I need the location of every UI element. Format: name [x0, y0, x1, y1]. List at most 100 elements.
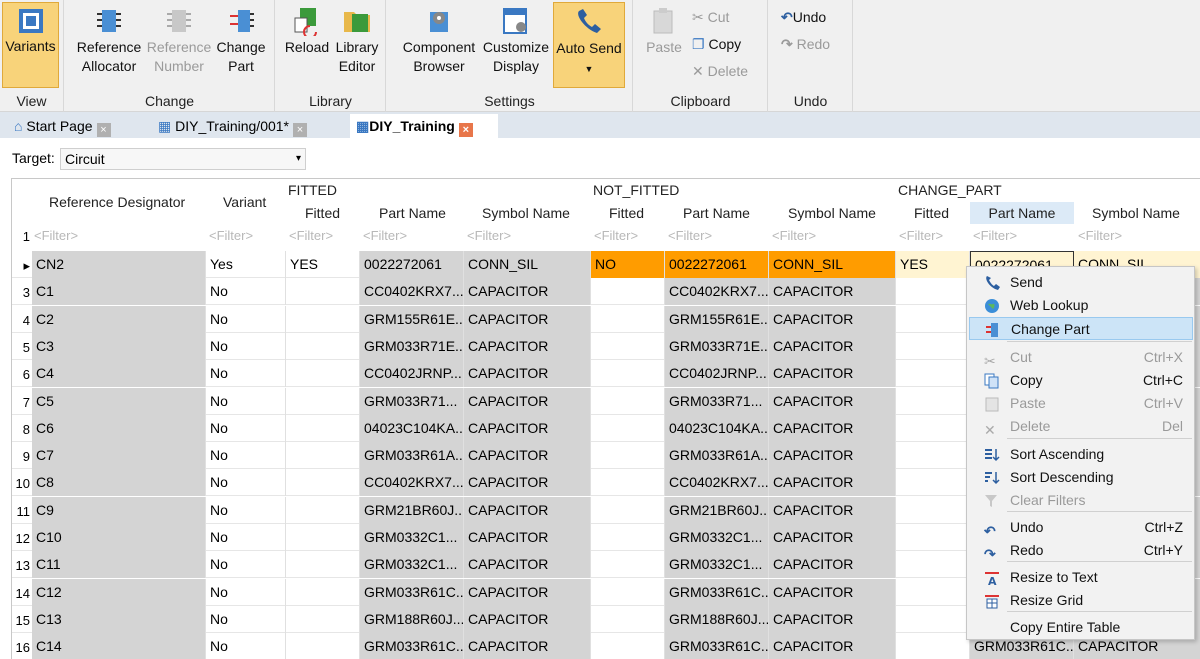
cell-f2[interactable] — [591, 278, 665, 306]
header-part-name[interactable]: Part Name — [379, 205, 446, 221]
cell-var[interactable]: No — [206, 578, 286, 606]
cell-f1[interactable] — [286, 496, 360, 524]
cell-s1[interactable]: CAPACITOR — [464, 496, 591, 524]
filter-cell[interactable]: <Filter> — [1078, 228, 1122, 243]
cell-p1[interactable]: CC0402JRNP... — [360, 360, 464, 388]
redo-button[interactable]: ↷ Redo — [781, 33, 830, 55]
cell-ref[interactable]: CN2 — [32, 251, 206, 278]
filter-cell[interactable]: <Filter> — [973, 228, 1017, 243]
tab-diy-training-001[interactable]: ▦ DIY_Training/001* × — [152, 114, 308, 138]
cell-f3[interactable] — [896, 469, 970, 497]
cell-p2[interactable]: GRM033R61A... — [665, 442, 769, 470]
cell-var[interactable]: No — [206, 332, 286, 360]
header-symbol-name[interactable]: Symbol Name — [482, 205, 570, 221]
cell-p1[interactable]: GRM155R61E... — [360, 305, 464, 333]
cell-s1[interactable]: CAPACITOR — [464, 469, 591, 497]
cell-ref[interactable]: C4 — [32, 360, 206, 388]
cell-var[interactable]: No — [206, 469, 286, 497]
cell-f2[interactable] — [591, 360, 665, 388]
cut-button[interactable]: ✂ Cut — [692, 6, 729, 28]
cell-p1[interactable]: CC0402KRX7... — [360, 469, 464, 497]
menu-item-change-part[interactable]: Change Part — [969, 317, 1193, 340]
cell-ref[interactable]: C7 — [32, 442, 206, 470]
menu-item-sort-descending[interactable]: Sort Descending — [969, 466, 1193, 489]
header-fitted[interactable]: Fitted — [305, 205, 340, 221]
cell-s2[interactable]: CAPACITOR — [769, 360, 896, 388]
cell-f1[interactable] — [286, 578, 360, 606]
cell-f3[interactable] — [896, 278, 970, 306]
cell-p2[interactable]: GRM033R61C... — [665, 633, 769, 659]
cell-p1[interactable]: 0022272061 — [360, 251, 464, 278]
cell-f2[interactable] — [591, 387, 665, 415]
cell-ref[interactable]: C1 — [32, 278, 206, 306]
cell-f2[interactable] — [591, 551, 665, 579]
tab-start-page[interactable]: ⌂ Start Page × — [8, 114, 111, 138]
cell-var[interactable]: No — [206, 414, 286, 442]
variants-button[interactable]: Variants — [2, 2, 59, 88]
filter-cell[interactable]: <Filter> — [34, 228, 78, 243]
menu-item-delete[interactable]: ✕ Delete Del — [969, 415, 1193, 438]
menu-item-clear-filters[interactable]: Clear Filters — [969, 489, 1193, 512]
cell-f3[interactable] — [896, 551, 970, 579]
delete-button[interactable]: ✕ Delete — [692, 60, 748, 82]
filter-cell[interactable]: <Filter> — [899, 228, 943, 243]
component-browser-button[interactable]: Component Browser — [397, 2, 481, 88]
cell-f2[interactable] — [591, 469, 665, 497]
cell-s2[interactable]: CAPACITOR — [769, 442, 896, 470]
cell-var[interactable]: No — [206, 442, 286, 470]
cell-ref[interactable]: C9 — [32, 496, 206, 524]
header-reference-designator[interactable]: Reference Designator — [49, 194, 185, 210]
cell-s2[interactable]: CAPACITOR — [769, 387, 896, 415]
cell-p2[interactable]: CC0402KRX7... — [665, 469, 769, 497]
menu-item-cut[interactable]: ✂ Cut Ctrl+X — [969, 346, 1193, 369]
cell-f2[interactable]: NO — [591, 251, 665, 278]
cell-var[interactable]: No — [206, 387, 286, 415]
cell-var[interactable]: No — [206, 605, 286, 633]
cell-p2[interactable]: GRM21BR60J... — [665, 496, 769, 524]
cell-ref[interactable]: C5 — [32, 387, 206, 415]
cell-s1[interactable]: CAPACITOR — [464, 278, 591, 306]
cell-s1[interactable]: CAPACITOR — [464, 360, 591, 388]
cell-f2[interactable] — [591, 605, 665, 633]
cell-s1[interactable]: CAPACITOR — [464, 332, 591, 360]
cell-f1[interactable] — [286, 551, 360, 579]
cell-s2[interactable]: CAPACITOR — [769, 605, 896, 633]
header-symbol-name[interactable]: Symbol Name — [1092, 205, 1180, 221]
menu-item-paste[interactable]: Paste Ctrl+V — [969, 392, 1193, 415]
cell-f2[interactable] — [591, 633, 665, 659]
cell-f3[interactable] — [896, 414, 970, 442]
menu-item-web-lookup[interactable]: Web Lookup — [969, 294, 1193, 317]
cell-p2[interactable]: 0022272061 — [665, 251, 769, 278]
reference-number-button[interactable]: Reference Number — [145, 2, 213, 88]
cell-f3[interactable] — [896, 605, 970, 633]
cell-f1[interactable]: YES — [286, 251, 360, 278]
cell-f3[interactable] — [896, 578, 970, 606]
header-fitted[interactable]: Fitted — [609, 205, 644, 221]
customize-display-button[interactable]: Customize Display — [481, 2, 551, 88]
cell-f3[interactable] — [896, 360, 970, 388]
cell-p2[interactable]: 04023C104KA... — [665, 414, 769, 442]
cell-s1[interactable]: CAPACITOR — [464, 578, 591, 606]
cell-f3[interactable] — [896, 332, 970, 360]
cell-var[interactable]: No — [206, 305, 286, 333]
cell-p1[interactable]: GRM033R61C... — [360, 578, 464, 606]
cell-s2[interactable]: CAPACITOR — [769, 524, 896, 551]
cell-var[interactable]: Yes — [206, 251, 286, 278]
cell-s2[interactable]: CAPACITOR — [769, 278, 896, 306]
tab-diy-training[interactable]: ▦DIY_Training × — [350, 114, 498, 138]
cell-f3[interactable] — [896, 305, 970, 333]
cell-s2[interactable]: CAPACITOR — [769, 551, 896, 579]
cell-f1[interactable] — [286, 469, 360, 497]
filter-cell[interactable]: <Filter> — [289, 228, 333, 243]
cell-s1[interactable]: CAPACITOR — [464, 442, 591, 470]
reload-button[interactable]: Reload — [282, 2, 332, 88]
filter-cell[interactable]: <Filter> — [772, 228, 816, 243]
cell-p2[interactable]: GRM033R71... — [665, 387, 769, 415]
cell-p2[interactable]: GRM155R61E... — [665, 305, 769, 333]
cell-s1[interactable]: CAPACITOR — [464, 387, 591, 415]
cell-f2[interactable] — [591, 442, 665, 470]
cell-f2[interactable] — [591, 332, 665, 360]
cell-f3[interactable] — [896, 442, 970, 470]
cell-ref[interactable]: C10 — [32, 524, 206, 551]
cell-f2[interactable] — [591, 524, 665, 551]
